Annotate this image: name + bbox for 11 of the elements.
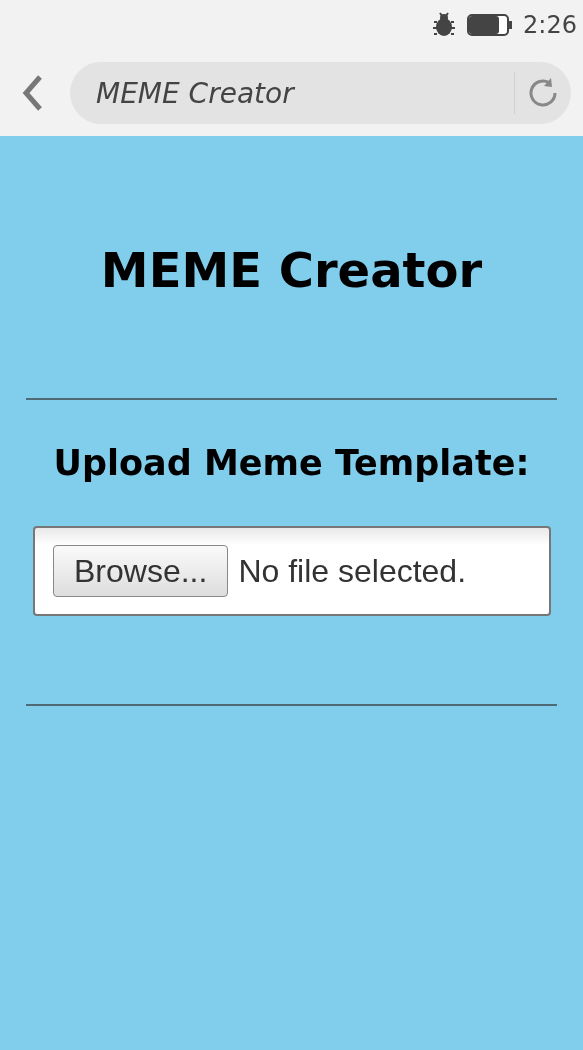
back-icon[interactable]: [20, 73, 44, 113]
bug-icon: [431, 12, 458, 38]
file-input[interactable]: Browse... No file selected.: [33, 526, 551, 616]
battery-icon: [467, 14, 514, 36]
page-title: MEME Creator: [96, 76, 296, 110]
upload-label: Upload Meme Template:: [53, 442, 530, 485]
file-status: No file selected.: [238, 552, 467, 590]
status-time: 2:26: [523, 11, 577, 39]
browse-button[interactable]: Browse...: [53, 545, 229, 597]
address-bar[interactable]: MEME Creator: [70, 62, 571, 124]
page-heading: MEME Creator: [100, 241, 483, 300]
